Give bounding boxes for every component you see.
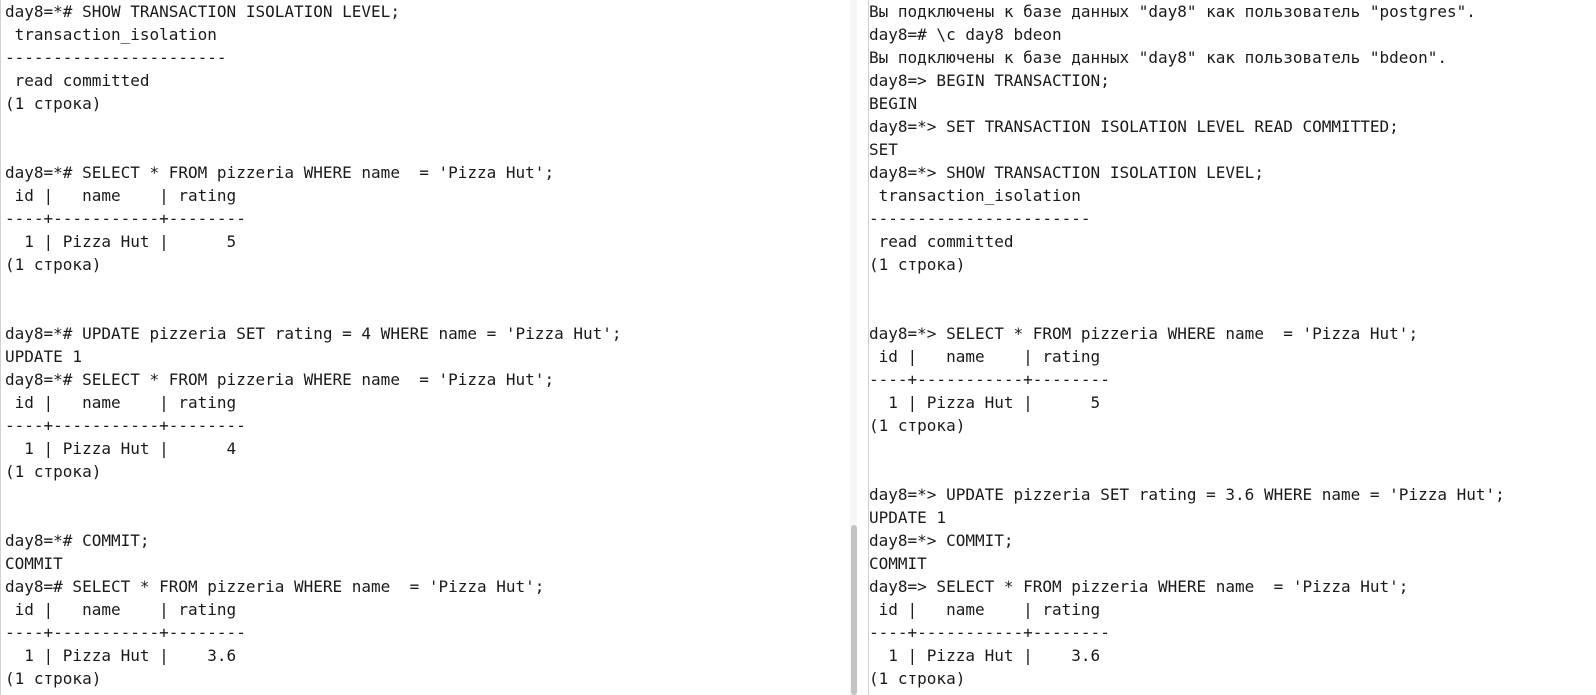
terminal-line: ----------------------- [869, 209, 1091, 228]
terminal-line: Вы подключены к базе данных "day8" как п… [869, 2, 1476, 21]
terminal-line: day8=*> SET TRANSACTION ISOLATION LEVEL … [869, 117, 1399, 136]
terminal-line: day8=*# UPDATE pizzeria SET rating = 4 W… [5, 324, 622, 343]
terminal-line: (1 строка) [869, 255, 966, 274]
terminal-line: 1 | Pizza Hut | 3.6 [5, 646, 237, 665]
terminal-line: (1 строка) [5, 462, 102, 481]
terminal-line: 1 | Pizza Hut | 3.6 [869, 646, 1101, 665]
terminal-line: id | name | rating [5, 393, 237, 412]
terminal-line: (1 строка) [869, 669, 966, 688]
terminal-line: day8=*> SELECT * FROM pizzeria WHERE nam… [869, 324, 1419, 343]
terminal-line: BEGIN [869, 94, 918, 113]
left-pane-scrollbar-thumb[interactable] [851, 525, 857, 695]
terminal-line: Вы подключены к базе данных "day8" как п… [869, 48, 1447, 67]
terminal-line: day8=> SELECT * FROM pizzeria WHERE name… [869, 577, 1409, 596]
terminal-line: day8=*> SHOW TRANSACTION ISOLATION LEVEL… [869, 163, 1264, 182]
terminal-line: read committed [869, 232, 1014, 251]
terminal-line: day8=*# SHOW TRANSACTION ISOLATION LEVEL… [5, 2, 400, 21]
terminal-line: (1 строка) [869, 416, 966, 435]
right-terminal-output: Вы подключены к базе данных "day8" как п… [869, 0, 1596, 690]
right-terminal-pane[interactable]: Вы подключены к базе данных "day8" как п… [868, 0, 1596, 695]
terminal-line: (1 строка) [5, 94, 102, 113]
terminal-line: day8=*# SELECT * FROM pizzeria WHERE nam… [5, 370, 555, 389]
terminal-line: day8=*> COMMIT; [869, 531, 1014, 550]
terminal-line: ----+-----------+-------- [5, 416, 246, 435]
left-terminal-output: day8=*# SHOW TRANSACTION ISOLATION LEVEL… [1, 0, 849, 690]
terminal-screen: day8=*# SHOW TRANSACTION ISOLATION LEVEL… [0, 0, 1596, 695]
terminal-line: day8=> BEGIN TRANSACTION; [869, 71, 1110, 90]
terminal-line: (1 строка) [5, 255, 102, 274]
terminal-line: COMMIT [869, 554, 927, 573]
terminal-line: id | name | rating [869, 347, 1101, 366]
terminal-line: SET [869, 140, 898, 159]
terminal-line: ----+-----------+-------- [869, 370, 1110, 389]
terminal-line: day8=# \c day8 bdeon [869, 25, 1062, 44]
terminal-line: ----+-----------+-------- [5, 209, 246, 228]
terminal-line: UPDATE 1 [869, 508, 947, 527]
terminal-line: id | name | rating [5, 600, 237, 619]
terminal-line: 1 | Pizza Hut | 5 [869, 393, 1101, 412]
terminal-line: id | name | rating [5, 186, 237, 205]
terminal-line: day8=*# COMMIT; [5, 531, 150, 550]
terminal-line: id | name | rating [869, 600, 1101, 619]
terminal-line: 1 | Pizza Hut | 4 [5, 439, 237, 458]
terminal-line: 1 | Pizza Hut | 5 [5, 232, 237, 251]
terminal-line: day8=*# SELECT * FROM pizzeria WHERE nam… [5, 163, 555, 182]
left-terminal-pane[interactable]: day8=*# SHOW TRANSACTION ISOLATION LEVEL… [0, 0, 849, 695]
terminal-line: transaction_isolation [5, 25, 217, 44]
terminal-line: ----+-----------+-------- [5, 623, 246, 642]
terminal-line: ----------------------- [5, 48, 227, 67]
terminal-line: transaction_isolation [869, 186, 1081, 205]
terminal-line: day8=*> UPDATE pizzeria SET rating = 3.6… [869, 485, 1505, 504]
terminal-line: (1 строка) [5, 669, 102, 688]
terminal-line: COMMIT [5, 554, 63, 573]
terminal-line: day8=# SELECT * FROM pizzeria WHERE name… [5, 577, 545, 596]
terminal-line: ----+-----------+-------- [869, 623, 1110, 642]
terminal-line: UPDATE 1 [5, 347, 83, 366]
terminal-line: read committed [5, 71, 150, 90]
